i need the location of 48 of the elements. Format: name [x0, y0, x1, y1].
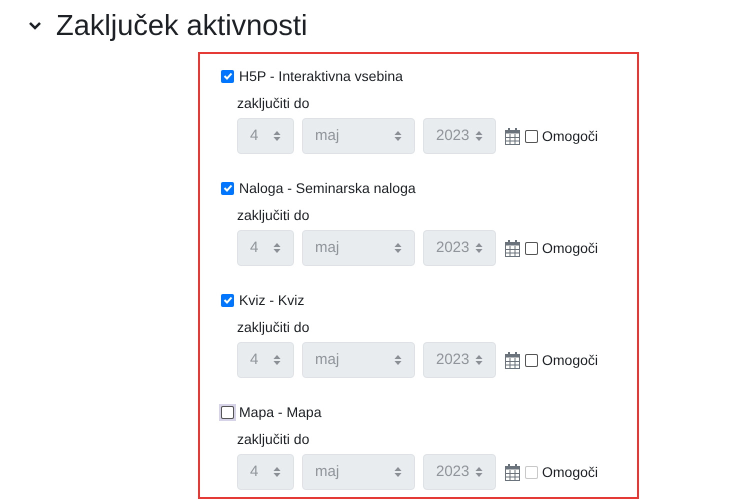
- month-select[interactable]: maj: [302, 454, 415, 490]
- up-down-caret-icon: [475, 354, 483, 366]
- up-down-caret-icon: [394, 242, 402, 254]
- up-down-caret-icon: [273, 354, 281, 366]
- up-down-caret-icon: [394, 354, 402, 366]
- enable-label: Omogoči: [542, 350, 598, 370]
- calendar-icon[interactable]: [505, 240, 520, 256]
- month-select[interactable]: maj: [302, 230, 415, 266]
- day-select[interactable]: 4: [237, 342, 294, 378]
- up-down-caret-icon: [394, 130, 402, 142]
- until-label: zaključiti do: [237, 94, 310, 113]
- year-select[interactable]: 2023: [423, 454, 496, 490]
- activity-checkbox[interactable]: [221, 182, 234, 194]
- year-select[interactable]: 2023: [423, 230, 496, 266]
- up-down-caret-icon: [475, 242, 483, 254]
- calendar-icon[interactable]: [505, 464, 520, 480]
- day-select[interactable]: 4: [237, 118, 294, 154]
- enable-checkbox[interactable]: [525, 242, 538, 254]
- up-down-caret-icon: [394, 466, 402, 478]
- year-select[interactable]: 2023: [423, 118, 496, 154]
- until-label: zaključiti do: [237, 318, 310, 337]
- enable-label: Omogoči: [542, 126, 598, 146]
- activity-checkbox[interactable]: [221, 294, 234, 306]
- up-down-caret-icon: [273, 242, 281, 254]
- enable-checkbox[interactable]: [525, 354, 538, 366]
- calendar-icon[interactable]: [505, 352, 520, 368]
- activity-label: Mapa - Mapa: [239, 402, 322, 422]
- up-down-caret-icon: [475, 130, 483, 142]
- up-down-caret-icon: [273, 466, 281, 478]
- month-select[interactable]: maj: [302, 118, 415, 154]
- section-title: Zaključek aktivnosti: [56, 9, 308, 44]
- day-select[interactable]: 4: [237, 454, 294, 490]
- year-select[interactable]: 2023: [423, 342, 496, 378]
- calendar-icon[interactable]: [505, 128, 520, 144]
- day-select[interactable]: 4: [237, 230, 294, 266]
- until-label: zaključiti do: [237, 430, 310, 449]
- activity-label: Kviz - Kviz: [239, 290, 304, 310]
- activity-label: Naloga - Seminarska naloga: [239, 178, 416, 198]
- up-down-caret-icon: [475, 466, 483, 478]
- activity-label: H5P - Interaktivna vsebina: [239, 66, 403, 86]
- enable-checkbox[interactable]: [525, 130, 538, 142]
- enable-label: Omogoči: [542, 462, 598, 482]
- enable-label: Omogoči: [542, 238, 598, 258]
- month-select[interactable]: maj: [302, 342, 415, 378]
- until-label: zaključiti do: [237, 206, 310, 225]
- activity-checkbox[interactable]: [221, 70, 234, 82]
- up-down-caret-icon: [273, 130, 281, 142]
- chevron-icon[interactable]: [28, 21, 42, 31]
